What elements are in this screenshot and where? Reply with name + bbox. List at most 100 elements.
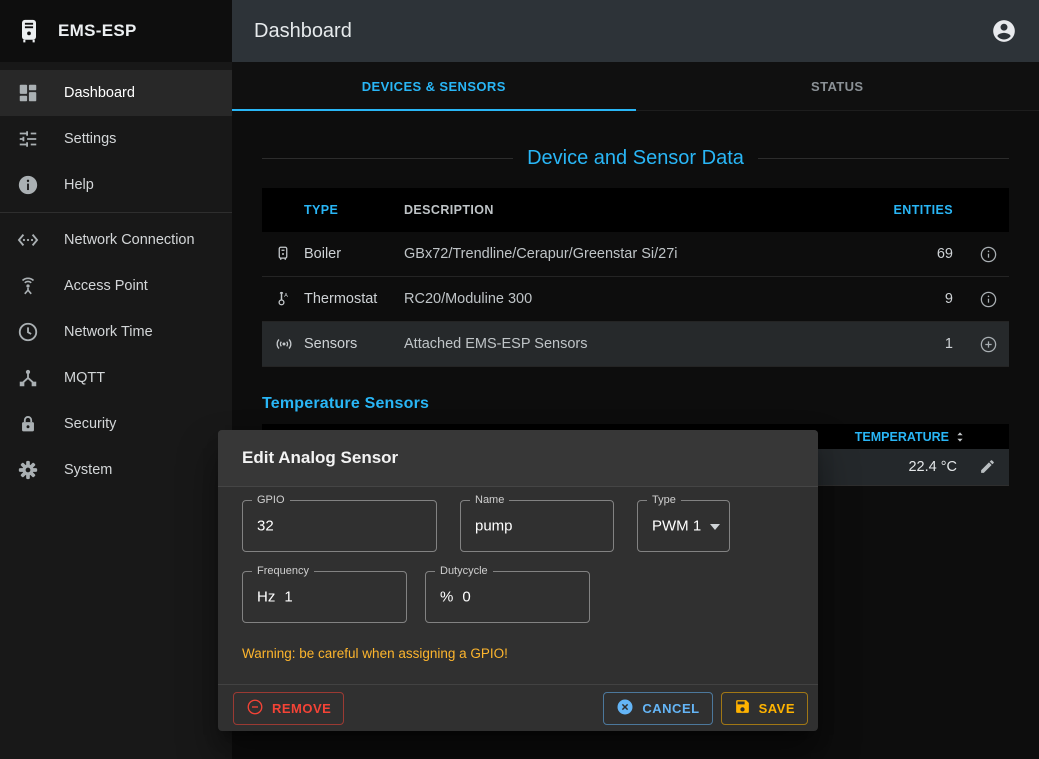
section-title: Device and Sensor Data [527, 147, 744, 170]
device-description: GBx72/Trendline/Cerapur/Greenstar Si/27i [404, 246, 883, 262]
info-circle-icon[interactable] [977, 288, 999, 310]
sidebar-item-label: Network Connection [64, 232, 195, 248]
sidebar-item-security[interactable]: Security [0, 401, 232, 447]
device-entities: 69 [883, 246, 953, 262]
dutycycle-unit: % [440, 589, 453, 606]
dashboard-icon [16, 81, 40, 105]
temperature-value: 22.4 °C [908, 459, 957, 475]
boiler-logo-icon [14, 16, 44, 46]
tab-label: DEVICES & SENSORS [362, 79, 506, 94]
cancel-button-label: CANCEL [642, 701, 699, 716]
sort-icon [953, 429, 969, 445]
info-circle-icon[interactable] [977, 243, 999, 265]
tab-bar: DEVICES & SENSORS STATUS [232, 62, 1039, 111]
sidebar-item-system[interactable]: System [0, 447, 232, 493]
sidebar-item-access-point[interactable]: Access Point [0, 263, 232, 309]
type-label: Type [647, 494, 681, 506]
chevron-down-icon [710, 524, 720, 530]
app-title: EMS-ESP [58, 21, 137, 41]
device-type: Boiler [304, 246, 404, 262]
device-row-boiler[interactable]: Boiler GBx72/Trendline/Cerapur/Greenstar… [262, 232, 1009, 277]
lock-icon [16, 412, 40, 436]
svg-text:A: A [284, 293, 288, 299]
save-button[interactable]: SAVE [721, 692, 808, 725]
sidebar-item-label: Dashboard [64, 85, 135, 101]
sidebar-item-label: Help [64, 177, 94, 193]
tab-status[interactable]: STATUS [636, 62, 1039, 110]
gear-icon [16, 458, 40, 482]
page-title: Dashboard [254, 20, 352, 43]
sidebar-item-label: Settings [64, 131, 116, 147]
frequency-unit: Hz [257, 589, 275, 606]
sidebar-item-label: Network Time [64, 324, 153, 340]
gpio-field[interactable]: GPIO 32 [242, 500, 437, 552]
header-type: TYPE [304, 203, 404, 217]
device-description: Attached EMS-ESP Sensors [404, 336, 883, 352]
frequency-label: Frequency [252, 565, 314, 577]
tab-devices-sensors[interactable]: DEVICES & SENSORS [232, 62, 636, 110]
device-table: TYPE DESCRIPTION ENTITIES Boiler GBx72/T… [262, 188, 1009, 367]
sidebar: EMS-ESP Dashboard Settings Help Network … [0, 0, 232, 759]
dutycycle-label: Dutycycle [435, 565, 493, 577]
gpio-label: GPIO [252, 494, 290, 506]
type-select[interactable]: Type PWM 1 [637, 500, 730, 552]
clock-icon [16, 320, 40, 344]
sidebar-item-network-time[interactable]: Network Time [0, 309, 232, 355]
divider-line [758, 158, 1009, 159]
remove-circle-icon [246, 698, 264, 719]
device-entities: 9 [883, 291, 953, 307]
sidebar-item-mqtt[interactable]: MQTT [0, 355, 232, 401]
device-description: RC20/Moduline 300 [404, 291, 883, 307]
sidebar-item-network-connection[interactable]: Network Connection [0, 217, 232, 263]
sidebar-item-label: MQTT [64, 370, 105, 386]
divider-line [262, 158, 513, 159]
sidebar-menu: Dashboard Settings Help Network Connecti… [0, 62, 232, 493]
sensors-icon [274, 334, 304, 354]
type-value: PWM 1 [652, 518, 701, 535]
ems-esp-app: EMS-ESP Dashboard Settings Help Network … [0, 0, 1039, 759]
gpio-warning-text: Warning: be careful when assigning a GPI… [242, 646, 508, 661]
name-field[interactable]: Name pump [460, 500, 614, 552]
add-circle-icon[interactable] [977, 333, 999, 355]
sidebar-divider [0, 212, 232, 213]
save-floppy-icon [734, 698, 751, 718]
sidebar-item-dashboard[interactable]: Dashboard [0, 70, 232, 116]
device-row-sensors[interactable]: Sensors Attached EMS-ESP Sensors 1 [262, 322, 1009, 367]
temperature-sensors-title: Temperature Sensors [262, 395, 1009, 413]
frequency-field[interactable]: Frequency Hz 1 [242, 571, 407, 623]
thermostat-icon: A [274, 290, 304, 308]
info-icon [16, 173, 40, 197]
device-row-thermostat[interactable]: A Thermostat RC20/Moduline 300 9 [262, 277, 1009, 322]
sidebar-item-help[interactable]: Help [0, 162, 232, 208]
cancel-button[interactable]: CANCEL [603, 692, 712, 725]
sidebar-item-settings[interactable]: Settings [0, 116, 232, 162]
device-hub-icon [16, 366, 40, 390]
boiler-icon [274, 245, 304, 263]
header-description: DESCRIPTION [404, 203, 883, 217]
remove-button[interactable]: REMOVE [233, 692, 344, 725]
antenna-icon [16, 274, 40, 298]
dutycycle-value: 0 [462, 589, 470, 606]
edit-analog-sensor-dialog: Edit Analog Sensor GPIO 32 Name pump Typ… [218, 430, 818, 731]
dutycycle-field[interactable]: Dutycycle % 0 [425, 571, 590, 623]
remove-button-label: REMOVE [272, 701, 331, 716]
header-entities: ENTITIES [883, 203, 953, 217]
device-type: Thermostat [304, 291, 404, 307]
dialog-title: Edit Analog Sensor [218, 430, 818, 487]
account-icon[interactable] [991, 18, 1017, 44]
ethernet-icon [16, 228, 40, 252]
dialog-actions: REMOVE CANCEL SAVE [218, 684, 818, 731]
sidebar-header: EMS-ESP [0, 0, 232, 62]
device-table-header: TYPE DESCRIPTION ENTITIES [262, 188, 1009, 232]
tab-label: STATUS [811, 79, 863, 94]
tune-icon [16, 127, 40, 151]
temperature-column-header: TEMPERATURE [855, 430, 949, 444]
edit-pencil-icon[interactable] [979, 458, 997, 476]
save-button-label: SAVE [759, 701, 795, 716]
name-value: pump [475, 518, 513, 535]
device-type: Sensors [304, 336, 404, 352]
gpio-value: 32 [257, 518, 274, 535]
name-label: Name [470, 494, 509, 506]
device-entities: 1 [883, 336, 953, 352]
frequency-value: 1 [284, 589, 292, 606]
